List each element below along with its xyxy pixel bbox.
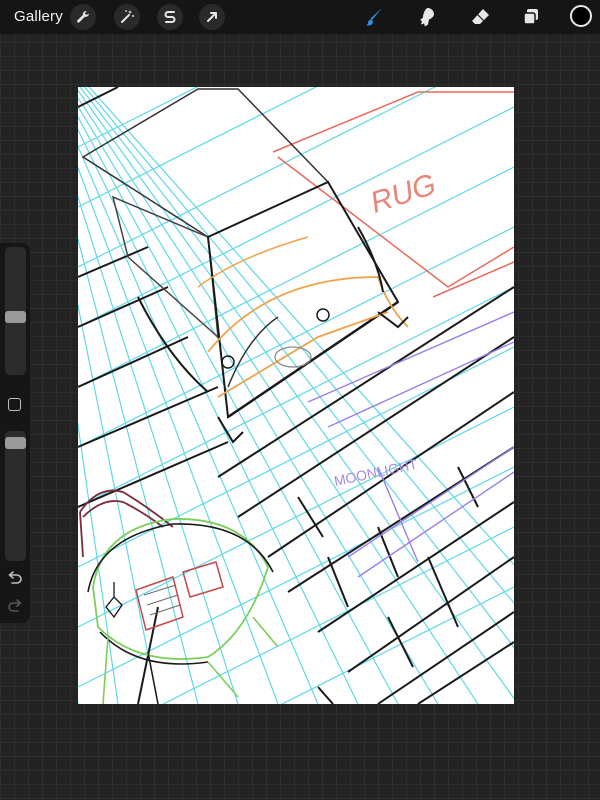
smudge-tool[interactable]: [413, 3, 441, 31]
guide-line: [78, 128, 359, 704]
selection-button[interactable]: [157, 4, 183, 30]
modify-square-button[interactable]: [8, 398, 21, 411]
layers-icon: [523, 9, 538, 25]
guide-line: [78, 87, 318, 208]
redo-button[interactable]: [6, 599, 24, 615]
top-toolbar: Gallery: [0, 0, 600, 34]
brush-size-slider[interactable]: [5, 247, 26, 375]
smudge-icon: [420, 8, 434, 27]
guide-line: [78, 166, 514, 388]
bed-sketch: [81, 88, 409, 444]
actions-button[interactable]: [70, 4, 96, 30]
opacity-thumb[interactable]: [5, 436, 26, 449]
selection-s-icon: [164, 11, 176, 23]
opacity-slider[interactable]: [5, 431, 26, 561]
undo-icon: [8, 571, 22, 584]
redo-icon: [8, 599, 22, 612]
undo-button[interactable]: [6, 571, 24, 587]
brush-icon: [366, 8, 382, 26]
magic-wand-icon: [121, 10, 134, 23]
adjustments-button[interactable]: [114, 4, 140, 30]
sketch-artwork: RUG MOONLIGHT: [78, 87, 514, 704]
arrow-cursor-icon: [207, 12, 217, 22]
eraser-tool[interactable]: [466, 3, 494, 31]
moonlight-lines: [307, 311, 514, 578]
wrench-icon: [77, 10, 89, 23]
guide-line: [78, 106, 514, 328]
layers-tool[interactable]: [517, 3, 545, 31]
brush-tool[interactable]: [360, 3, 388, 31]
brush-size-thumb[interactable]: [5, 310, 26, 323]
guide-line: [78, 406, 514, 628]
gallery-button[interactable]: Gallery: [14, 8, 63, 25]
guide-line: [78, 89, 514, 700]
left-sidebar: [0, 243, 30, 623]
perspective-guides: [78, 87, 514, 704]
drawing-canvas[interactable]: RUG MOONLIGHT: [78, 87, 514, 704]
eraser-icon: [472, 9, 489, 24]
guide-line: [78, 226, 514, 448]
guide-line: [78, 87, 199, 148]
color-picker-button[interactable]: [570, 5, 592, 27]
table-sketch: [87, 518, 279, 704]
transform-button[interactable]: [199, 4, 225, 30]
